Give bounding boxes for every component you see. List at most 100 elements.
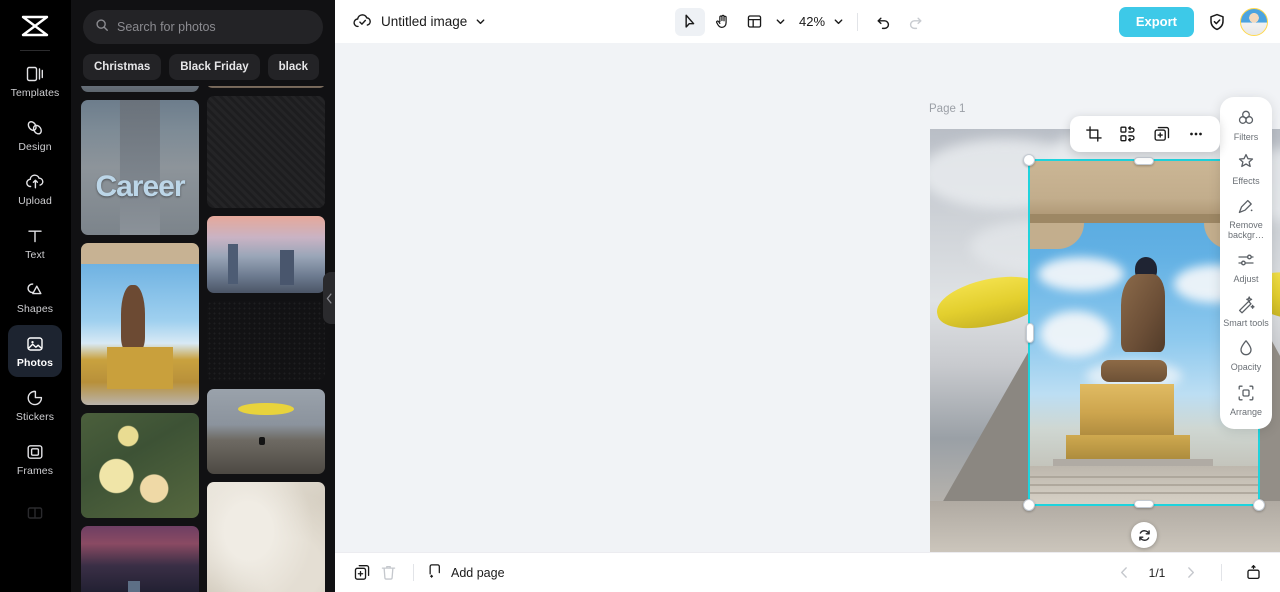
photo-column-left [81, 86, 199, 592]
photo-thumbnail[interactable] [207, 96, 325, 208]
search-icon [95, 18, 109, 37]
dock-item-label: Smart tools [1223, 318, 1269, 329]
sidebar-item-label: Upload [18, 195, 52, 208]
photo-thumbnail[interactable] [207, 301, 325, 381]
sidebar-item-label: Templates [10, 87, 60, 100]
adjust-sliders-icon [1235, 249, 1257, 271]
arrange-icon [1235, 382, 1257, 404]
hand-tool-button[interactable] [707, 8, 737, 36]
toolbar-divider [857, 12, 859, 31]
rotate-handle[interactable] [1131, 522, 1157, 548]
dock-item-label: Remove backgr… [1227, 220, 1264, 241]
present-button[interactable] [1240, 560, 1266, 586]
replace-button[interactable] [1116, 122, 1140, 146]
photo-thumbnail[interactable] [81, 86, 199, 92]
photo-grid [71, 86, 335, 592]
panel-collapse-handle[interactable] [323, 272, 335, 324]
search-suggestion-chips: Christmas Black Friday black [71, 44, 335, 88]
dock-item-opacity[interactable]: Opacity [1222, 337, 1270, 372]
cloud-saved-icon[interactable] [349, 9, 375, 35]
resize-handle-left[interactable] [1026, 322, 1034, 343]
sidebar-item-more[interactable] [8, 487, 62, 539]
delete-page-button[interactable] [375, 560, 401, 586]
resize-handle-top[interactable] [1134, 157, 1154, 165]
object-floating-toolbar [1070, 116, 1220, 152]
zoom-level[interactable]: 42% [791, 14, 827, 29]
add-page-label: Add page [451, 565, 505, 580]
zoom-chevron-down-icon[interactable] [829, 9, 847, 35]
prev-page-button[interactable] [1111, 560, 1137, 586]
text-icon [24, 225, 46, 247]
next-page-button[interactable] [1177, 560, 1203, 586]
photos-icon [24, 333, 46, 355]
layout-tool-button[interactable] [739, 8, 769, 36]
page-label: Page 1 [929, 103, 966, 115]
sidebar-item-shapes[interactable]: Shapes [8, 271, 62, 323]
resize-handle-bottom-left[interactable] [1023, 499, 1035, 511]
more-button[interactable] [1184, 122, 1208, 146]
canvas-area[interactable]: Page 1 Filters Effects Remove backgr… Ad… [335, 43, 1280, 552]
export-button[interactable]: Export [1118, 6, 1194, 37]
photo-thumbnail[interactable] [81, 526, 199, 592]
page-counter: 1/1 [1148, 565, 1166, 580]
dock-item-label: Opacity [1230, 362, 1262, 373]
bottom-toolbar: Add page 1/1 [335, 552, 1280, 592]
capcut-logo-icon[interactable] [13, 8, 57, 44]
chip-black[interactable]: black [267, 54, 320, 80]
smart-tools-icon [1235, 293, 1257, 315]
search-area [71, 0, 335, 44]
dock-item-filters[interactable]: Filters [1222, 107, 1270, 142]
search-input[interactable] [117, 20, 311, 34]
bottom-divider [413, 564, 414, 581]
resize-handle-bottom-right[interactable] [1253, 499, 1265, 511]
top-toolbar: Untitled image 42% Export [335, 0, 1280, 43]
filters-icon [1235, 107, 1257, 129]
chip-black-friday[interactable]: Black Friday [169, 54, 260, 80]
sidebar-item-photos[interactable]: Photos [8, 325, 62, 377]
dock-item-adjust[interactable]: Adjust [1222, 249, 1270, 284]
layout-chevron-down-icon[interactable] [771, 9, 789, 35]
undo-button[interactable] [868, 8, 898, 36]
stickers-icon [24, 387, 46, 409]
sidebar-item-stickers[interactable]: Stickers [8, 379, 62, 431]
sidebar-item-text[interactable]: Text [8, 217, 62, 269]
shield-check-icon[interactable] [1204, 9, 1230, 35]
chevron-down-icon[interactable] [475, 16, 486, 27]
user-avatar[interactable] [1240, 7, 1268, 36]
crop-button[interactable] [1082, 122, 1106, 146]
effects-icon [1235, 151, 1257, 173]
sidebar-item-templates[interactable]: Templates [8, 55, 62, 107]
photo-thumbnail[interactable] [81, 243, 199, 405]
chip-christmas[interactable]: Christmas [83, 54, 162, 80]
duplicate-button[interactable] [1150, 122, 1174, 146]
photos-panel: Christmas Black Friday black [70, 0, 335, 592]
sidebar-item-frames[interactable]: Frames [8, 433, 62, 485]
photo-thumbnail[interactable] [81, 100, 199, 235]
photo-thumbnail[interactable] [207, 216, 325, 293]
photo-column-right [207, 86, 325, 592]
dock-item-arrange[interactable]: Arrange [1222, 382, 1270, 417]
add-page-button[interactable]: Add page [426, 562, 505, 583]
dock-item-smart-tools[interactable]: Smart tools [1222, 293, 1270, 328]
sidebar-item-upload[interactable]: Upload [8, 163, 62, 215]
duplicate-page-button[interactable] [349, 560, 375, 586]
frames-icon [24, 441, 46, 463]
bottom-divider-right [1221, 564, 1222, 581]
dock-item-remove-background[interactable]: Remove backgr… [1222, 195, 1270, 240]
sidebar-item-design[interactable]: Design [8, 109, 62, 161]
resize-handle-bottom[interactable] [1134, 500, 1154, 508]
search-box[interactable] [83, 10, 323, 44]
dock-item-effects[interactable]: Effects [1222, 151, 1270, 186]
photo-thumbnail[interactable] [81, 413, 199, 518]
redo-button[interactable] [900, 8, 930, 36]
resize-handle-top-left[interactable] [1023, 154, 1035, 166]
shapes-icon [24, 279, 46, 301]
dock-item-label: Arrange [1229, 406, 1263, 417]
document-title[interactable]: Untitled image [381, 14, 467, 29]
photo-thumbnail[interactable] [207, 482, 325, 592]
photo-thumbnail[interactable] [207, 86, 325, 88]
dock-item-label: Adjust [1233, 274, 1259, 285]
select-tool-button[interactable] [675, 7, 706, 36]
rail-divider [20, 50, 50, 51]
photo-thumbnail[interactable] [207, 389, 325, 474]
